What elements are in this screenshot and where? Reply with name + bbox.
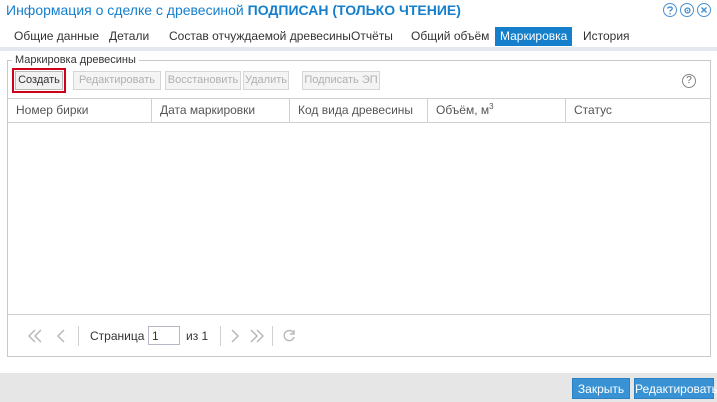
title-status: ПОДПИСАН (ТОЛЬКО ЧТЕНИЕ) (247, 2, 461, 18)
prev-page-icon[interactable] (56, 327, 66, 345)
tab-history[interactable]: История (579, 27, 634, 46)
pager: Страница из 1 (8, 314, 710, 356)
column-status[interactable]: Статус (566, 99, 710, 122)
page-number-input[interactable] (148, 326, 180, 345)
tab-wood-composition[interactable]: Состав отчуждаемой древесины (165, 27, 355, 46)
grid-body (8, 123, 710, 314)
sign-ep-button[interactable]: Подписать ЭП (302, 71, 380, 90)
marking-fieldset: Маркировка древесины Создать Редактирова… (7, 54, 711, 357)
tab-general[interactable]: Общие данные (10, 27, 103, 46)
delete-button[interactable]: Удалить (243, 71, 289, 90)
pager-separator (272, 326, 273, 346)
tab-marking[interactable]: Маркировка (495, 27, 573, 46)
tab-details[interactable]: Детали (105, 27, 153, 46)
grid-header: Номер бирки Дата маркировки Код вида дре… (8, 98, 710, 123)
column-volume[interactable]: Объём, м3 (428, 99, 566, 122)
help-icon[interactable] (663, 3, 677, 17)
volume-unit-sup: 3 (489, 102, 494, 111)
gear-icon[interactable] (680, 3, 694, 17)
window-titlebar: Информация о сделке с древесиной ПОДПИСА… (0, 0, 717, 22)
tab-reports[interactable]: Отчёты (347, 27, 397, 46)
create-button[interactable]: Создать (12, 68, 66, 93)
window-footer: Закрыть Редактировать (0, 373, 717, 402)
window-title: Информация о сделке с древесиной ПОДПИСА… (6, 2, 461, 18)
fieldset-legend: Маркировка древесины (12, 54, 139, 67)
restore-button[interactable]: Восстановить (165, 71, 241, 90)
pager-separator (220, 326, 221, 346)
close-icon[interactable] (697, 3, 711, 17)
column-tag-number[interactable]: Номер бирки (8, 99, 152, 122)
page-count-label: из 1 (186, 329, 209, 343)
close-button[interactable]: Закрыть (572, 378, 630, 399)
help-icon[interactable]: ? (682, 74, 696, 88)
title-prefix: Информация о сделке с древесиной (6, 2, 244, 18)
page-label: Страница (90, 329, 145, 343)
column-volume-label: Объём, м (436, 103, 490, 117)
next-page-icon[interactable] (230, 327, 240, 345)
refresh-icon[interactable] (282, 327, 296, 345)
tab-strip: Общие данные Детали Состав отчуждаемой д… (0, 22, 717, 51)
last-page-icon[interactable] (250, 327, 264, 345)
first-page-icon[interactable] (28, 327, 42, 345)
tab-total-volume[interactable]: Общий объём (407, 27, 493, 46)
column-marking-date[interactable]: Дата маркировки (152, 99, 290, 122)
edit-button[interactable]: Редактировать (73, 71, 161, 90)
window-tools (663, 3, 711, 17)
pager-separator (78, 326, 79, 346)
footer-edit-button[interactable]: Редактировать (634, 378, 717, 399)
column-wood-species-code[interactable]: Код вида древесины (290, 99, 428, 122)
